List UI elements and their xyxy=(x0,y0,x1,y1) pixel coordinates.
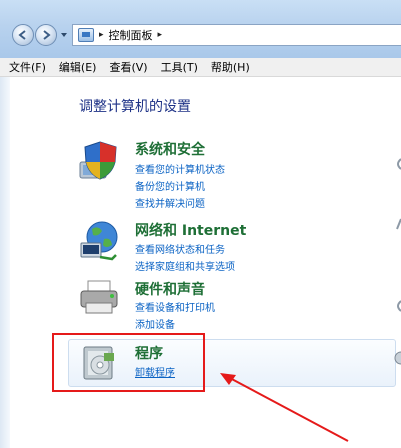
forward-arrow-icon xyxy=(43,30,51,40)
page-title: 调整计算机的设置 xyxy=(79,99,191,115)
printer-icon[interactable] xyxy=(78,279,122,319)
annotation-highlight-box xyxy=(52,333,205,392)
back-button[interactable] xyxy=(12,24,34,46)
menu-bar: 文件(F) 编辑(E) 查看(V) 工具(T) 帮助(H) xyxy=(0,58,401,77)
breadcrumb-separator-icon[interactable]: ▸ xyxy=(99,30,104,40)
category-network-internet[interactable]: 网络和 Internet xyxy=(135,220,246,240)
link-homegroup-sharing[interactable]: 选择家庭组和共享选项 xyxy=(135,258,235,273)
menu-file[interactable]: 文件(F) xyxy=(9,59,46,75)
category-system-security[interactable]: 系统和安全 xyxy=(135,139,205,159)
right-column-icon xyxy=(397,300,401,312)
right-column-icon xyxy=(394,351,401,365)
category-hardware-sound[interactable]: 硬件和声音 xyxy=(135,279,205,299)
navigation-pane-edge xyxy=(0,77,10,448)
link-add-device[interactable]: 添加设备 xyxy=(135,316,175,331)
right-column-icon xyxy=(396,218,401,230)
menu-edit[interactable]: 编辑(E) xyxy=(59,59,97,75)
link-devices-printers[interactable]: 查看设备和打印机 xyxy=(135,299,215,314)
forward-button[interactable] xyxy=(35,24,57,46)
control-panel-content: 调整计算机的设置 系统和安全 查看您的计算机状态 备份您的计算机 查找并解决问题… xyxy=(0,77,401,448)
back-arrow-icon xyxy=(18,30,26,40)
control-panel-icon xyxy=(78,28,94,42)
window-title-bar: ▸ 控制面板 ▸ xyxy=(0,0,401,58)
link-troubleshoot[interactable]: 查找并解决问题 xyxy=(135,195,205,210)
address-bar[interactable]: ▸ 控制面板 ▸ xyxy=(72,24,401,46)
breadcrumb-control-panel[interactable]: 控制面板 xyxy=(109,27,153,43)
recent-pages-dropdown-icon[interactable] xyxy=(60,31,68,39)
annotation-arrow-icon xyxy=(220,373,349,442)
menu-tools[interactable]: 工具(T) xyxy=(161,59,198,75)
shield-icon[interactable] xyxy=(78,138,122,182)
link-view-network-status[interactable]: 查看网络状态和任务 xyxy=(135,241,225,256)
right-column-icon xyxy=(397,158,401,170)
menu-view[interactable]: 查看(V) xyxy=(109,59,147,75)
link-view-computer-status[interactable]: 查看您的计算机状态 xyxy=(135,161,225,176)
link-backup-computer[interactable]: 备份您的计算机 xyxy=(135,178,205,193)
network-globe-icon[interactable] xyxy=(78,219,122,263)
breadcrumb-separator-icon[interactable]: ▸ xyxy=(158,30,163,40)
menu-help[interactable]: 帮助(H) xyxy=(211,59,250,75)
